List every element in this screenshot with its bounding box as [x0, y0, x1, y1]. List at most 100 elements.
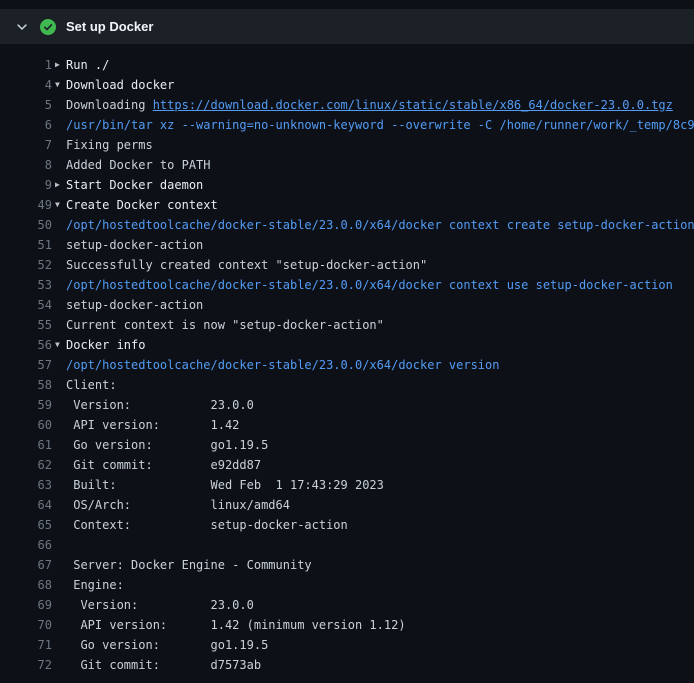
group-collapse-icon[interactable]: ▼ [52, 335, 66, 355]
line-number-link[interactable]: 64 [0, 495, 52, 515]
line-number-link[interactable]: 50 [0, 215, 52, 235]
arrow-spacer [52, 415, 66, 435]
arrow-spacer [52, 155, 66, 175]
log-text: Downloading https://download.docker.com/… [66, 95, 694, 115]
log-line: 68 Engine: [0, 575, 694, 595]
log-text: Added Docker to PATH [66, 155, 694, 175]
line-number-link[interactable]: 71 [0, 635, 52, 655]
group-title[interactable]: Run ./ [66, 58, 109, 72]
line-number-link[interactable]: 65 [0, 515, 52, 535]
line-number-link[interactable]: 9 [0, 175, 52, 195]
line-number-link[interactable]: 70 [0, 615, 52, 635]
log-text: Download docker [66, 75, 694, 95]
plain-text: API version: 1.42 (minimum version 1.12) [66, 618, 406, 632]
line-number-link[interactable]: 63 [0, 475, 52, 495]
log-text: Go version: go1.19.5 [66, 635, 694, 655]
line-number-link[interactable]: 8 [0, 155, 52, 175]
chevron-down-icon[interactable] [14, 19, 30, 35]
log-text: Docker info [66, 335, 694, 355]
line-number-link[interactable]: 5 [0, 95, 52, 115]
plain-text: Git commit: e92dd87 [66, 458, 261, 472]
group-title[interactable]: Start Docker daemon [66, 178, 203, 192]
log-line: 65 Context: setup-docker-action [0, 515, 694, 535]
job-log-page: Set up Docker 1▶Run ./4▼Download docker5… [0, 0, 694, 675]
group-title[interactable]: Create Docker context [66, 198, 218, 212]
log-text: Server: Docker Engine - Community [66, 555, 694, 575]
log-text: Run ./ [66, 55, 694, 75]
plain-text: Successfully created context "setup-dock… [66, 258, 427, 272]
line-number-link[interactable]: 1 [0, 55, 52, 75]
log-text: Go version: go1.19.5 [66, 435, 694, 455]
plain-text: Added Docker to PATH [66, 158, 211, 172]
log-text [66, 535, 694, 555]
group-collapse-icon[interactable]: ▼ [52, 195, 66, 215]
group-collapse-icon[interactable]: ▼ [52, 75, 66, 95]
line-number-link[interactable]: 7 [0, 135, 52, 155]
arrow-spacer [52, 555, 66, 575]
line-number-link[interactable]: 72 [0, 655, 52, 675]
log-text: Version: 23.0.0 [66, 595, 694, 615]
step-header[interactable]: Set up Docker [0, 9, 694, 44]
log-text: setup-docker-action [66, 295, 694, 315]
arrow-spacer [52, 95, 66, 115]
line-number-link[interactable]: 60 [0, 415, 52, 435]
line-number-link[interactable]: 56 [0, 335, 52, 355]
plain-text: Downloading [66, 98, 153, 112]
line-number-link[interactable]: 6 [0, 115, 52, 135]
arrow-spacer [52, 315, 66, 335]
log-url-link[interactable]: https://download.docker.com/linux/static… [153, 98, 673, 112]
group-title[interactable]: Docker info [66, 338, 145, 352]
plain-text: Client: [66, 378, 117, 392]
log-line: 1▶Run ./ [0, 55, 694, 75]
log-line: 9▶Start Docker daemon [0, 175, 694, 195]
line-number-link[interactable]: 66 [0, 535, 52, 555]
line-number-link[interactable]: 57 [0, 355, 52, 375]
log-text: /opt/hostedtoolcache/docker-stable/23.0.… [66, 355, 694, 375]
plain-text: API version: 1.42 [66, 418, 239, 432]
plain-text: Version: 23.0.0 [66, 598, 254, 612]
log-text: Fixing perms [66, 135, 694, 155]
line-number-link[interactable]: 54 [0, 295, 52, 315]
line-number-link[interactable]: 67 [0, 555, 52, 575]
arrow-spacer [52, 355, 66, 375]
line-number-link[interactable]: 62 [0, 455, 52, 475]
arrow-spacer [52, 235, 66, 255]
line-number-link[interactable]: 4 [0, 75, 52, 95]
line-number-link[interactable]: 52 [0, 255, 52, 275]
arrow-spacer [52, 215, 66, 235]
line-number-link[interactable]: 55 [0, 315, 52, 335]
line-number-link[interactable]: 69 [0, 595, 52, 615]
plain-text: Built: Wed Feb 1 17:43:29 2023 [66, 478, 384, 492]
log-line: 55 Current context is now "setup-docker-a… [0, 315, 694, 335]
log-line: 52 Successfully created context "setup-do… [0, 255, 694, 275]
line-number-link[interactable]: 61 [0, 435, 52, 455]
log-line: 54 setup-docker-action [0, 295, 694, 315]
arrow-spacer [52, 575, 66, 595]
line-number-link[interactable]: 51 [0, 235, 52, 255]
line-number-link[interactable]: 53 [0, 275, 52, 295]
command-text: /opt/hostedtoolcache/docker-stable/23.0.… [66, 218, 694, 232]
log-line: 56▼Docker info [0, 335, 694, 355]
log-line: 62 Git commit: e92dd87 [0, 455, 694, 475]
group-expand-icon[interactable]: ▶ [52, 55, 66, 75]
log-line: 51 setup-docker-action [0, 235, 694, 255]
command-text: /usr/bin/tar xz --warning=no-unknown-key… [66, 118, 694, 132]
log-line: 60 API version: 1.42 [0, 415, 694, 435]
group-title[interactable]: Download docker [66, 78, 174, 92]
log-line: 4▼Download docker [0, 75, 694, 95]
log-line: 7 Fixing perms [0, 135, 694, 155]
log-line: 64 OS/Arch: linux/amd64 [0, 495, 694, 515]
log-line: 63 Built: Wed Feb 1 17:43:29 2023 [0, 475, 694, 495]
line-number-link[interactable]: 58 [0, 375, 52, 395]
log-text: /opt/hostedtoolcache/docker-stable/23.0.… [66, 275, 694, 295]
plain-text: setup-docker-action [66, 238, 203, 252]
arrow-spacer [52, 635, 66, 655]
log-text: Git commit: d7573ab [66, 655, 694, 675]
log-text: Current context is now "setup-docker-act… [66, 315, 694, 335]
line-number-link[interactable]: 59 [0, 395, 52, 415]
log-line: 67 Server: Docker Engine - Community [0, 555, 694, 575]
group-expand-icon[interactable]: ▶ [52, 175, 66, 195]
arrow-spacer [52, 375, 66, 395]
line-number-link[interactable]: 49 [0, 195, 52, 215]
line-number-link[interactable]: 68 [0, 575, 52, 595]
